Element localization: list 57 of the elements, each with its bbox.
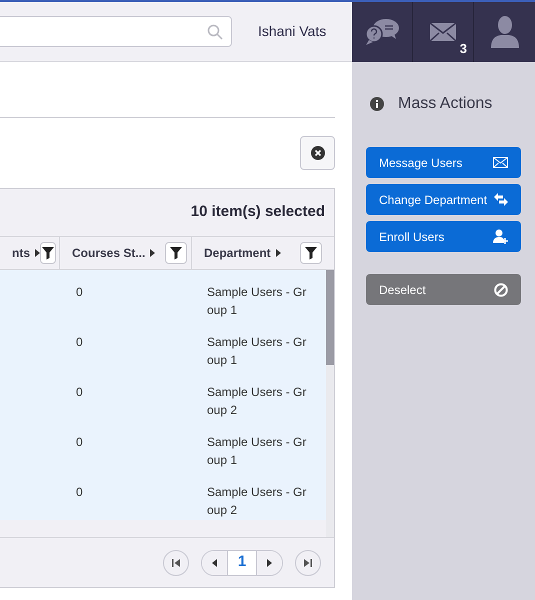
sort-arrow-icon (267, 558, 272, 566)
scrollbar[interactable] (326, 270, 334, 537)
search-icon (207, 24, 223, 40)
filter-button[interactable] (40, 242, 56, 264)
table-cell: 0 (76, 285, 83, 299)
sort-arrow-icon (35, 249, 40, 257)
user-add-icon (493, 229, 508, 244)
table-cell-text: Sample Users - Group 2 (207, 484, 308, 519)
table-row[interactable]: 0 Sample Users - Group 2 (0, 470, 326, 520)
envelope-icon (493, 157, 508, 168)
sort-arrow-icon (150, 249, 156, 257)
panel-title: Mass Actions (398, 94, 492, 114)
filter-button[interactable] (300, 242, 322, 264)
column-header[interactable]: Courses St... (72, 244, 146, 262)
action-button[interactable]: Change Department (366, 184, 521, 215)
table-row[interactable]: 0 Sample Users - Group 2 (0, 370, 326, 420)
next-page-button[interactable] (256, 550, 282, 574)
filter-icon (41, 246, 55, 260)
table-cell-text: Sample Users - Group 1 (207, 434, 308, 469)
message-count: 3 (460, 40, 467, 58)
swap-arrows-icon (494, 193, 508, 206)
user-silhouette-icon (490, 16, 518, 48)
last-page-button[interactable] (295, 550, 321, 576)
table-cell-text: Sample Users - Group 1 (207, 284, 308, 319)
chat-bubbles-icon (364, 18, 400, 46)
sort-arrow-icon (276, 249, 281, 257)
close-button[interactable] (300, 136, 335, 170)
selection-count: 10 item(s) selected (190, 202, 325, 222)
last-page-icon (304, 558, 312, 566)
table-row[interactable]: 0 Sample Users - Group 1 (0, 420, 326, 470)
first-page-icon (172, 558, 180, 566)
table-cell: 0 (76, 385, 83, 399)
table-cell: 0 (76, 435, 83, 449)
action-button[interactable]: Enroll Users (366, 221, 521, 252)
filter-button[interactable] (165, 242, 187, 264)
column-header[interactable]: nts (12, 244, 30, 262)
column-header[interactable]: Department (204, 244, 271, 262)
previous-page-button[interactable] (202, 550, 228, 574)
search-field[interactable] (0, 16, 232, 47)
deselect-button[interactable]: Deselect (366, 274, 521, 305)
table-cell: 0 (76, 335, 83, 349)
close-icon (310, 146, 324, 160)
envelope-icon (430, 23, 456, 41)
info-icon (370, 97, 384, 111)
user-name: Ishani Vats (258, 22, 326, 41)
current-page: 1 (236, 552, 248, 572)
sort-arrow-icon (212, 558, 217, 566)
first-page-button[interactable] (163, 550, 189, 576)
table-cell-text: Sample Users - Group 1 (207, 334, 308, 369)
cancel-icon (494, 282, 508, 296)
table-row[interactable]: 0 Sample Users - Group 1 (0, 320, 326, 370)
table-row[interactable]: 0 Sample Users - Group 1 (0, 270, 326, 320)
table-cell-text: Sample Users - Group 2 (207, 384, 308, 419)
table-cell: 0 (76, 485, 83, 499)
filter-icon (304, 246, 318, 260)
filter-icon (169, 246, 183, 260)
action-button[interactable]: Message Users (366, 147, 521, 178)
